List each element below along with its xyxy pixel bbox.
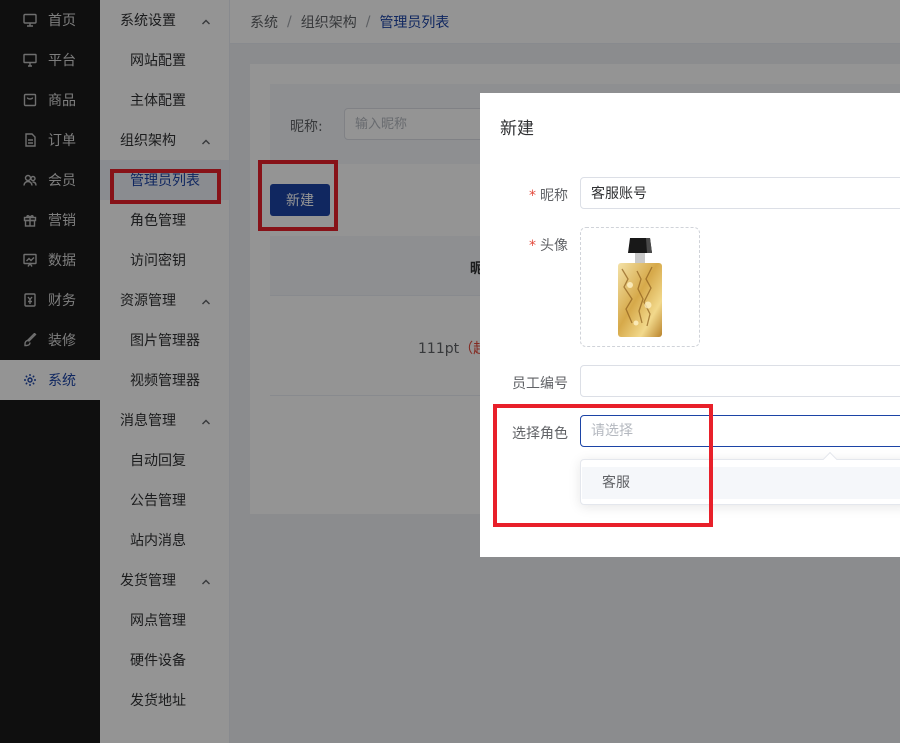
employee-id-label: 员工编号 bbox=[512, 376, 568, 392]
avatar-upload[interactable] bbox=[580, 227, 700, 347]
new-admin-dialog: 新建 *昵称 *头像 员工编号 选择角色 bbox=[480, 93, 900, 557]
perfume-image bbox=[618, 238, 662, 337]
dropdown-arrow bbox=[822, 451, 838, 467]
required-mark: * bbox=[529, 188, 536, 204]
employee-id-field[interactable] bbox=[580, 365, 900, 397]
dialog-title: 新建 bbox=[500, 119, 534, 139]
required-mark: * bbox=[529, 238, 536, 254]
avatar-label: * 头像 bbox=[529, 238, 568, 254]
nickname-label: * 昵称 bbox=[529, 188, 568, 204]
role-option[interactable]: 客服 bbox=[582, 467, 900, 499]
role-select[interactable] bbox=[580, 415, 900, 447]
role-label: 选择角色 bbox=[512, 426, 568, 442]
nickname-field[interactable] bbox=[580, 177, 900, 209]
role-dropdown: 客服 bbox=[580, 451, 900, 505]
